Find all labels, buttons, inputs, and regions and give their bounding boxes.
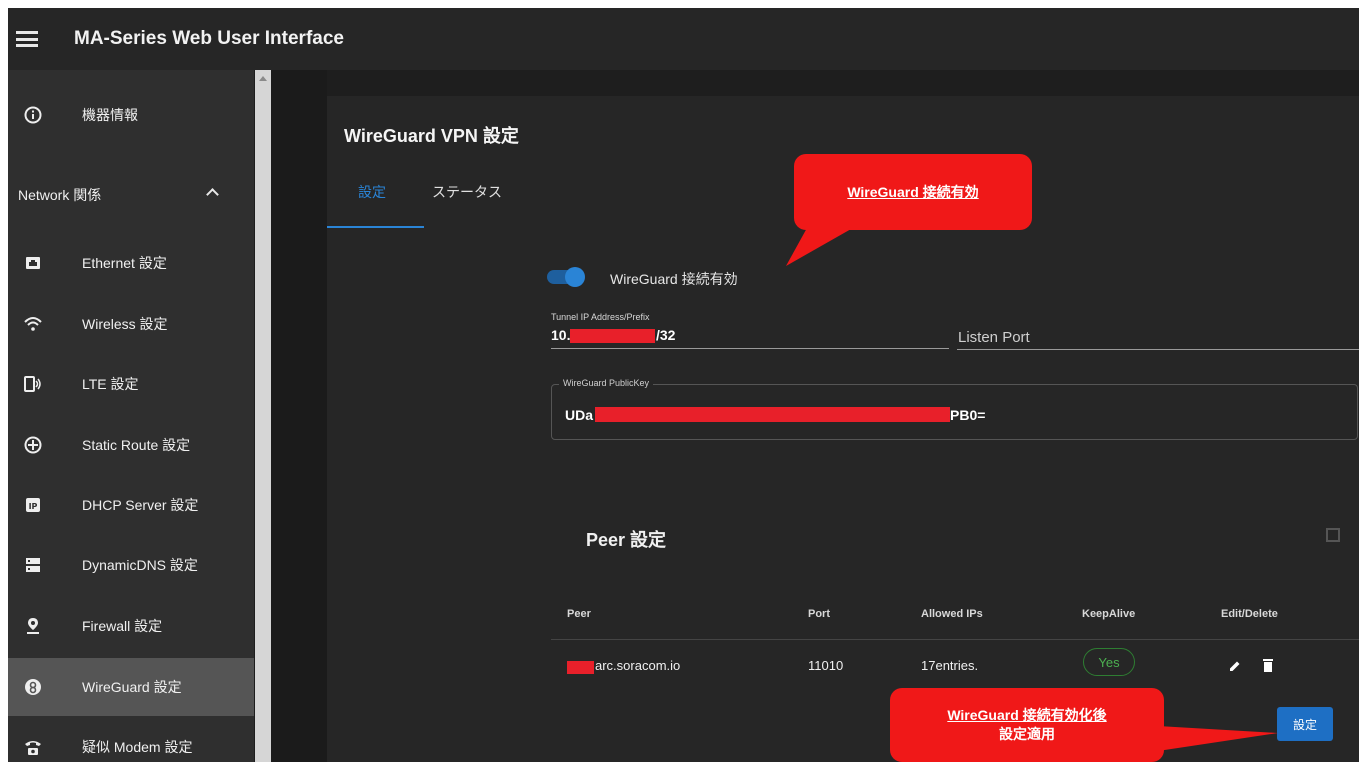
content-gutter — [271, 70, 327, 762]
svg-text:IP: IP — [29, 502, 38, 511]
sidebar-scrollbar[interactable] — [255, 70, 271, 762]
callout-text: WireGuard 接続有効 — [847, 184, 979, 200]
sidebar-item-label: 機器情報 — [82, 107, 138, 123]
table-columns-icon[interactable] — [1326, 528, 1340, 542]
redaction-mark — [567, 661, 594, 674]
peer-section-title: Peer 設定 — [586, 530, 667, 550]
tab-status[interactable]: ステータス — [432, 182, 502, 202]
tunnel-ip-value-suffix: /32 — [656, 327, 676, 343]
tunnel-ip-value-prefix: 10. — [551, 327, 571, 343]
phone-icon — [24, 738, 42, 756]
sidebar-item-wireless[interactable]: Wireless 設定 — [8, 295, 254, 353]
column-header-peer: Peer — [567, 608, 591, 620]
callout-apply-annotation: WireGuard 接続有効化後 設定適用 — [890, 688, 1164, 762]
sidebar-item-label: DHCP Server 設定 — [82, 497, 199, 513]
firewall-icon — [24, 617, 42, 635]
sidebar-item-label: Static Route 設定 — [82, 437, 191, 453]
sidebar-item-label: Wireless 設定 — [82, 316, 168, 332]
callout-pointer — [1158, 726, 1278, 751]
sidebar-item-lte[interactable]: LTE 設定 — [8, 355, 254, 413]
table-divider — [551, 639, 1359, 640]
sidebar-item-modem[interactable]: 疑似 Modem 設定 — [8, 718, 254, 762]
ethernet-icon — [24, 254, 42, 272]
info-icon — [24, 106, 42, 124]
callout-text-line2: 設定適用 — [999, 726, 1055, 742]
dns-icon — [24, 556, 42, 574]
column-header-port: Port — [808, 608, 830, 620]
delete-icon[interactable] — [1262, 658, 1274, 678]
hamburger-menu-icon[interactable] — [16, 31, 38, 47]
scroll-up-icon[interactable] — [259, 76, 267, 81]
sidebar-item-firewall[interactable]: Firewall 設定 — [8, 597, 254, 655]
app-window: MA-Series Web User Interface 機器情報 Networ… — [8, 8, 1359, 762]
sidebar-item-dhcp-server[interactable]: IP DHCP Server 設定 — [8, 476, 254, 534]
app-title: MA-Series Web User Interface — [74, 28, 344, 49]
column-header-keepalive: KeepAlive — [1082, 608, 1136, 620]
sidebar-group-label: Network 関係 — [18, 187, 102, 203]
sidebar-item-wireguard[interactable]: WireGuard 設定 — [8, 658, 254, 716]
chevron-up-icon — [206, 188, 219, 201]
sidebar-item-ethernet[interactable]: Ethernet 設定 — [8, 234, 254, 292]
ip-icon: IP — [24, 496, 42, 514]
column-header-allowed-ips: Allowed IPs — [921, 608, 983, 620]
sidebar-item-label: WireGuard 設定 — [82, 679, 182, 695]
tunnel-ip-label: Tunnel IP Address/Prefix — [551, 312, 650, 322]
edit-icon[interactable] — [1228, 659, 1242, 678]
sidebar: 機器情報 Network 関係 Ethernet 設定 Wireless 設定 … — [8, 70, 254, 762]
listen-port-placeholder: Listen Port — [958, 329, 1030, 346]
wifi-icon — [24, 315, 42, 333]
sidebar-group-network[interactable]: Network 関係 — [8, 166, 254, 224]
sidebar-item-static-route[interactable]: Static Route 設定 — [8, 416, 254, 474]
callout-toggle-annotation: WireGuard 接続有効 — [794, 154, 1032, 230]
callout-text-line1: WireGuard 接続有効化後 — [947, 707, 1107, 723]
sidebar-item-device-info[interactable]: 機器情報 — [8, 86, 254, 144]
public-key-value-prefix: UDa — [565, 407, 594, 423]
page-title: WireGuard VPN 設定 — [344, 126, 519, 146]
route-icon — [24, 436, 42, 454]
peer-port: 11010 — [808, 658, 844, 673]
lte-icon — [24, 375, 42, 393]
peer-allowed-ips: 17entries. — [921, 658, 979, 673]
wireguard-icon — [24, 678, 42, 696]
toggle-label: WireGuard 接続有効 — [610, 271, 738, 287]
sidebar-item-label: 疑似 Modem 設定 — [82, 739, 193, 755]
sidebar-item-dynamic-dns[interactable]: DynamicDNS 設定 — [8, 536, 254, 594]
sidebar-item-label: LTE 設定 — [82, 376, 139, 392]
keepalive-badge: Yes — [1083, 648, 1135, 676]
sidebar-item-label: DynamicDNS 設定 — [82, 557, 198, 573]
sidebar-item-label: Firewall 設定 — [82, 618, 163, 634]
public-key-label: WireGuard PublicKey — [559, 378, 654, 388]
public-key-value-suffix: PB0= — [950, 407, 986, 423]
tab-indicator — [327, 226, 424, 228]
tab-settings[interactable]: 設定 — [358, 182, 386, 202]
peer-endpoint: arc.soracom.io — [595, 658, 681, 673]
sidebar-item-label: Ethernet 設定 — [82, 255, 167, 271]
column-header-edit-delete: Edit/Delete — [1221, 608, 1278, 620]
redaction-mark — [570, 329, 655, 343]
redaction-mark — [595, 407, 950, 422]
app-bar: MA-Series Web User Interface — [8, 8, 1359, 70]
